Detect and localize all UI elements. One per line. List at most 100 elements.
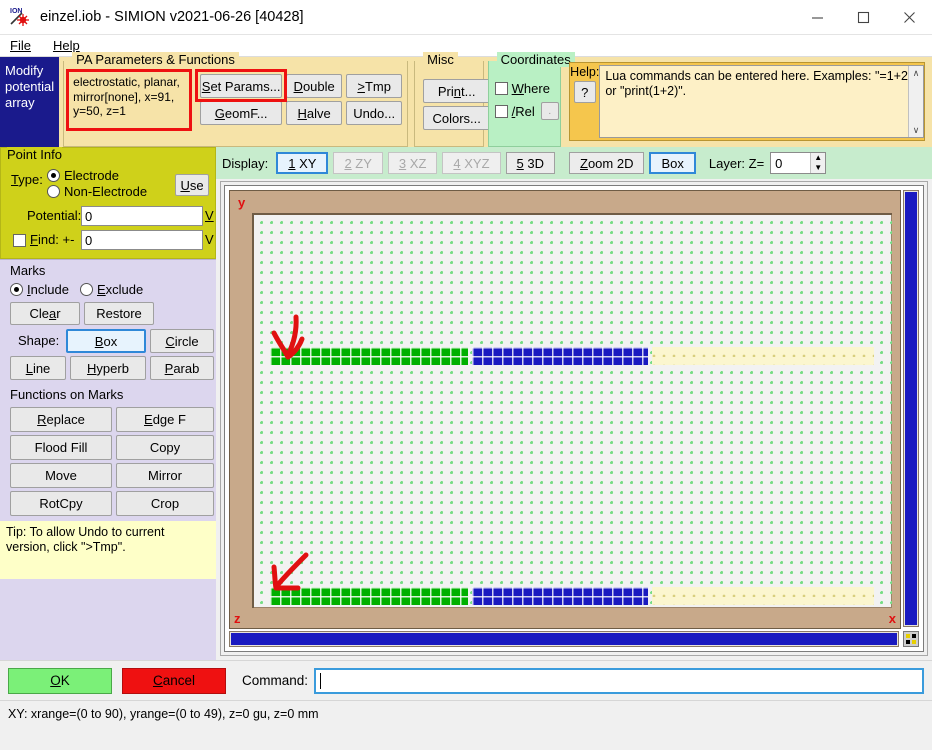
layer-z-spinner[interactable]: ▲ ▼: [810, 153, 826, 173]
highlight-box-pa-description: [66, 69, 193, 131]
shape-box-button[interactable]: Box: [66, 329, 146, 353]
restore-button[interactable]: Restore: [84, 302, 154, 325]
marks-option-include[interactable]: Include: [10, 282, 69, 297]
non-electrode-region-lower[interactable]: [652, 587, 874, 605]
print-button[interactable]: Print...: [423, 79, 491, 103]
where-checkbox[interactable]: [494, 82, 508, 95]
misc-group-title: Misc: [423, 52, 458, 67]
move-button[interactable]: Move: [10, 463, 112, 488]
tab-3-xz[interactable]: 3 XZ: [387, 152, 438, 174]
help-scrollbar[interactable]: ∧ ∨: [908, 66, 923, 137]
potential-unit: V: [205, 208, 214, 223]
help-text-area[interactable]: Lua commands can be entered here. Exampl…: [599, 65, 924, 138]
exclude-radio[interactable]: [80, 283, 93, 296]
display-label: Display:: [222, 155, 269, 171]
copy-button[interactable]: Copy: [116, 435, 214, 460]
simion-ion-icon: ION: [8, 4, 34, 30]
rel-checkbox[interactable]: [494, 104, 508, 118]
colors-button[interactable]: Colors...: [423, 106, 491, 130]
help-scroll-down-icon[interactable]: ∨: [913, 123, 920, 137]
pa-viewer[interactable]: y x z: [220, 181, 928, 656]
highlight-box-set-params: [195, 69, 288, 102]
help-question-button[interactable]: ?: [573, 81, 596, 103]
axis-label-x: x: [888, 611, 896, 626]
non-electrode-region-upper[interactable]: [652, 347, 874, 365]
close-icon[interactable]: [886, 0, 932, 34]
to-tmp-button[interactable]: >Tmp: [346, 74, 403, 98]
potential-input[interactable]: 0: [81, 206, 203, 226]
electrode-radio[interactable]: [47, 169, 60, 182]
maximize-icon[interactable]: [840, 0, 886, 34]
replace-button[interactable]: Replace: [10, 407, 112, 432]
crop-button[interactable]: Crop: [116, 491, 214, 516]
viewer-resize-grip[interactable]: [903, 631, 919, 647]
shape-parab-button[interactable]: Parab: [150, 356, 214, 380]
tab-2-zy[interactable]: 2 ZY: [333, 152, 383, 174]
where-checkbox-row[interactable]: Where: [494, 81, 561, 96]
layer-z-input[interactable]: 0 ▲ ▼: [770, 152, 827, 174]
menu-item-file[interactable]: File: [10, 38, 31, 53]
layer-label: Layer: Z=: [708, 155, 765, 171]
point-info-title: Point Info: [7, 147, 62, 162]
viewer-vertical-scroll-thumb[interactable]: [905, 192, 917, 625]
type-option-electrode[interactable]: Electrode: [47, 168, 119, 183]
use-button[interactable]: Use: [175, 174, 209, 196]
flood-fill-button[interactable]: Flood Fill: [10, 435, 112, 460]
potential-label: Potential:: [27, 208, 82, 223]
find-unit: V: [205, 232, 214, 247]
electrode-row-lower[interactable]: [254, 587, 892, 605]
minimize-icon[interactable]: [794, 0, 840, 34]
include-radio[interactable]: [10, 283, 23, 296]
arrow-up-lower-electrode: [271, 552, 309, 591]
viewer-vertical-scrollbar[interactable]: [903, 190, 919, 627]
viewer-horizontal-scroll-thumb[interactable]: [231, 633, 897, 645]
find-input[interactable]: 0: [81, 230, 203, 250]
coordinates-group-title: Coordinates: [496, 52, 575, 67]
type-option-non-electrode[interactable]: Non-Electrode: [47, 184, 147, 199]
functions-on-marks-group: Functions on Marks Replace Edge F Flood …: [0, 383, 216, 521]
menu-item-help[interactable]: Help: [53, 38, 80, 53]
pa-canvas[interactable]: [252, 213, 892, 608]
shape-circle-button[interactable]: Circle: [150, 329, 214, 353]
marks-option-exclude[interactable]: Exclude: [80, 282, 143, 297]
help-label: Help:: [570, 65, 600, 79]
cancel-button[interactable]: Cancel: [122, 667, 226, 694]
toolbar-band: Modify potential array PA Parameters & F…: [0, 52, 932, 147]
clear-button[interactable]: Clear: [10, 302, 80, 325]
undo-button[interactable]: Undo...: [346, 101, 403, 125]
tip-box: Tip: To allow Undo to current version, c…: [0, 521, 216, 579]
double-button[interactable]: Double: [286, 74, 343, 98]
coordinates-group: Coordinates Where /Rel .: [487, 52, 575, 147]
blue-electrode-lower[interactable]: [472, 587, 648, 605]
box-mode-button[interactable]: Box: [649, 152, 696, 174]
shape-label: Shape:: [18, 333, 60, 348]
help-group: Help: ? Lua commands can be entered here…: [569, 62, 925, 141]
non-electrode-radio[interactable]: [47, 185, 60, 198]
tab-4-xyz[interactable]: 4 XYZ: [442, 152, 501, 174]
command-input[interactable]: [314, 667, 924, 694]
tab-1-xy[interactable]: 1 XY: [276, 152, 329, 174]
ok-button[interactable]: OK: [8, 667, 112, 694]
coordinates-small-button[interactable]: .: [540, 102, 559, 120]
halve-button[interactable]: Halve: [286, 101, 343, 125]
rel-checkbox-row[interactable]: /Rel .: [494, 102, 561, 120]
pa-frame: y x z: [229, 190, 901, 629]
find-checkbox[interactable]: [13, 234, 26, 247]
pa-parameters-group: PA Parameters & Functions electrostatic,…: [63, 52, 409, 147]
tab-5-3d[interactable]: 5 3D: [505, 152, 555, 174]
help-scroll-up-icon[interactable]: ∧: [913, 66, 920, 80]
display-toolbar: Display: 1 XY 2 ZY 3 XZ 4 XYZ 5 3D Zoom …: [216, 147, 932, 179]
mirror-button[interactable]: Mirror: [116, 463, 214, 488]
shape-line-button[interactable]: Line: [10, 356, 66, 380]
geomf-button[interactable]: GeomF...: [200, 101, 283, 125]
edge-f-button[interactable]: Edge F: [116, 407, 214, 432]
where-label: Where: [511, 81, 550, 96]
rotcpy-button[interactable]: RotCpy: [10, 491, 112, 516]
viewer-horizontal-scrollbar[interactable]: [229, 631, 899, 647]
shape-hyperb-button[interactable]: Hyperb: [70, 356, 146, 380]
axis-label-y: y: [238, 195, 246, 210]
pa-viewer-inner[interactable]: y x z: [224, 185, 924, 652]
zoom-2d-button[interactable]: Zoom 2D: [569, 152, 645, 174]
blue-electrode-upper[interactable]: [472, 347, 648, 365]
electrode-row-upper[interactable]: [254, 347, 892, 365]
